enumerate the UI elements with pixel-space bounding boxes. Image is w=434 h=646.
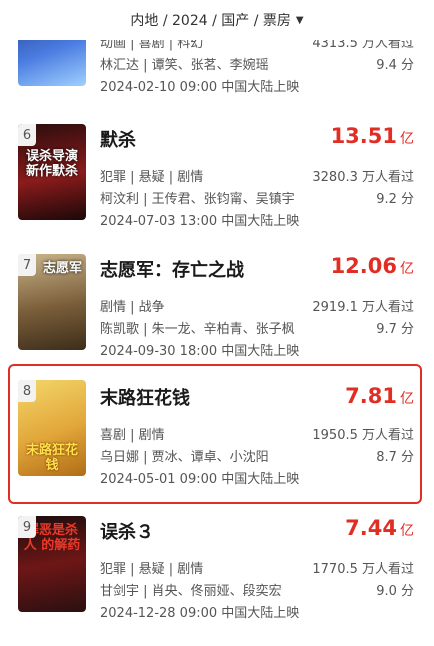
movie-release-date: 2024-02-10 09:00 中国大陆上映 <box>100 80 300 95</box>
poster-title: 末路狂花钱 <box>25 443 78 473</box>
movie-score: 9.4 分 <box>376 58 414 73</box>
rank-badge: 6 <box>18 124 36 146</box>
movie-genre: 喜剧 | 剧情 <box>100 428 165 443</box>
poster-title: 误杀导演 新作默杀 <box>25 149 78 179</box>
movie-score: 9.2 分 <box>376 192 414 207</box>
box-office-unit: 亿 <box>400 391 414 407</box>
ranking-list: 动画 | 喜剧 | 科幻 4313.5 万人看过 林汇达 | 谭笑、张茗、李婉瑶… <box>0 0 434 630</box>
movie-title[interactable]: 志愿军：存亡之战 <box>100 256 244 282</box>
filter-bar: 内地 / 2024 / 国产 / 票房 ▼ <box>0 0 434 40</box>
movie-score: 9.7 分 <box>376 322 414 337</box>
rank-badge: 8 <box>18 380 36 402</box>
movie-card[interactable]: 6 误杀导演 新作默杀 默杀 13.51 亿 犯罪 | 悬疑 | 剧情 3280.… <box>8 124 422 254</box>
box-office-value: 13.51 <box>330 124 397 148</box>
movie-release-date: 2024-09-30 18:00 中国大陆上映 <box>100 344 300 359</box>
movie-card[interactable]: 9 罪恶是杀人 的解药 误杀３ 7.44 亿 犯罪 | 悬疑 | 剧情 1770.… <box>8 516 422 646</box>
movie-title[interactable]: 默杀 <box>100 126 136 152</box>
box-office-unit: 亿 <box>400 261 414 277</box>
movie-release-date: 2024-07-03 13:00 中国大陆上映 <box>100 214 300 229</box>
box-office: 13.51 亿 <box>331 124 414 148</box>
box-office-value: 7.44 <box>345 516 397 540</box>
movie-release-date: 2024-05-01 09:00 中国大陆上映 <box>100 472 300 487</box>
movie-title[interactable]: 误杀３ <box>100 518 154 544</box>
movie-views: 3280.3 万人看过 <box>312 170 414 185</box>
movie-views: 1950.5 万人看过 <box>312 428 414 443</box>
caret-down-icon: ▼ <box>295 14 304 26</box>
filter-label: 内地 / 2024 / 国产 / 票房 <box>130 13 291 29</box>
box-office: 7.81 亿 <box>345 384 414 408</box>
movie-views: 2919.1 万人看过 <box>312 300 414 315</box>
movie-title[interactable]: 末路狂花钱 <box>100 384 190 410</box>
movie-cast: 林汇达 | 谭笑、张茗、李婉瑶 <box>100 58 269 73</box>
movie-cast: 柯汶利 | 王传君、张钧甯、吴镇宇 <box>100 192 295 207</box>
movie-poster[interactable]: 9 罪恶是杀人 的解药 <box>18 516 86 612</box>
box-office-value: 12.06 <box>330 254 397 278</box>
movie-genre: 剧情 | 战争 <box>100 300 165 315</box>
movie-score: 8.7 分 <box>376 450 414 465</box>
movie-genre: 犯罪 | 悬疑 | 剧情 <box>100 562 204 577</box>
box-office-value: 7.81 <box>345 384 397 408</box>
movie-views: 1770.5 万人看过 <box>312 562 414 577</box>
movie-card-highlighted[interactable]: 8 末路狂花钱 末路狂花钱 7.81 亿 喜剧 | 剧情 1950.5 万人看过 … <box>8 364 422 504</box>
rank-badge: 7 <box>18 254 36 276</box>
movie-release-date: 2024-12-28 09:00 中国大陆上映 <box>100 606 300 621</box>
box-office: 12.06 亿 <box>331 254 414 278</box>
movie-poster[interactable]: 6 误杀导演 新作默杀 <box>18 124 86 220</box>
movie-poster[interactable]: 8 末路狂花钱 <box>18 380 86 476</box>
box-office: 7.44 亿 <box>345 516 414 540</box>
movie-cast: 甘剑宇 | 肖央、佟丽娅、段奕宏 <box>100 584 282 599</box>
box-office-unit: 亿 <box>400 523 414 539</box>
movie-cast: 陈凯歌 | 朱一龙、辛柏青、张子枫 <box>100 322 295 337</box>
movie-cast: 乌日娜 | 贾冰、谭卓、小沈阳 <box>100 450 269 465</box>
movie-score: 9.0 分 <box>376 584 414 599</box>
box-office-unit: 亿 <box>400 131 414 147</box>
movie-poster[interactable]: 7 志愿军 <box>18 254 86 350</box>
rank-badge: 9 <box>18 516 36 538</box>
movie-genre: 犯罪 | 悬疑 | 剧情 <box>100 170 204 185</box>
filter-dropdown[interactable]: 内地 / 2024 / 国产 / 票房 ▼ <box>130 10 303 30</box>
